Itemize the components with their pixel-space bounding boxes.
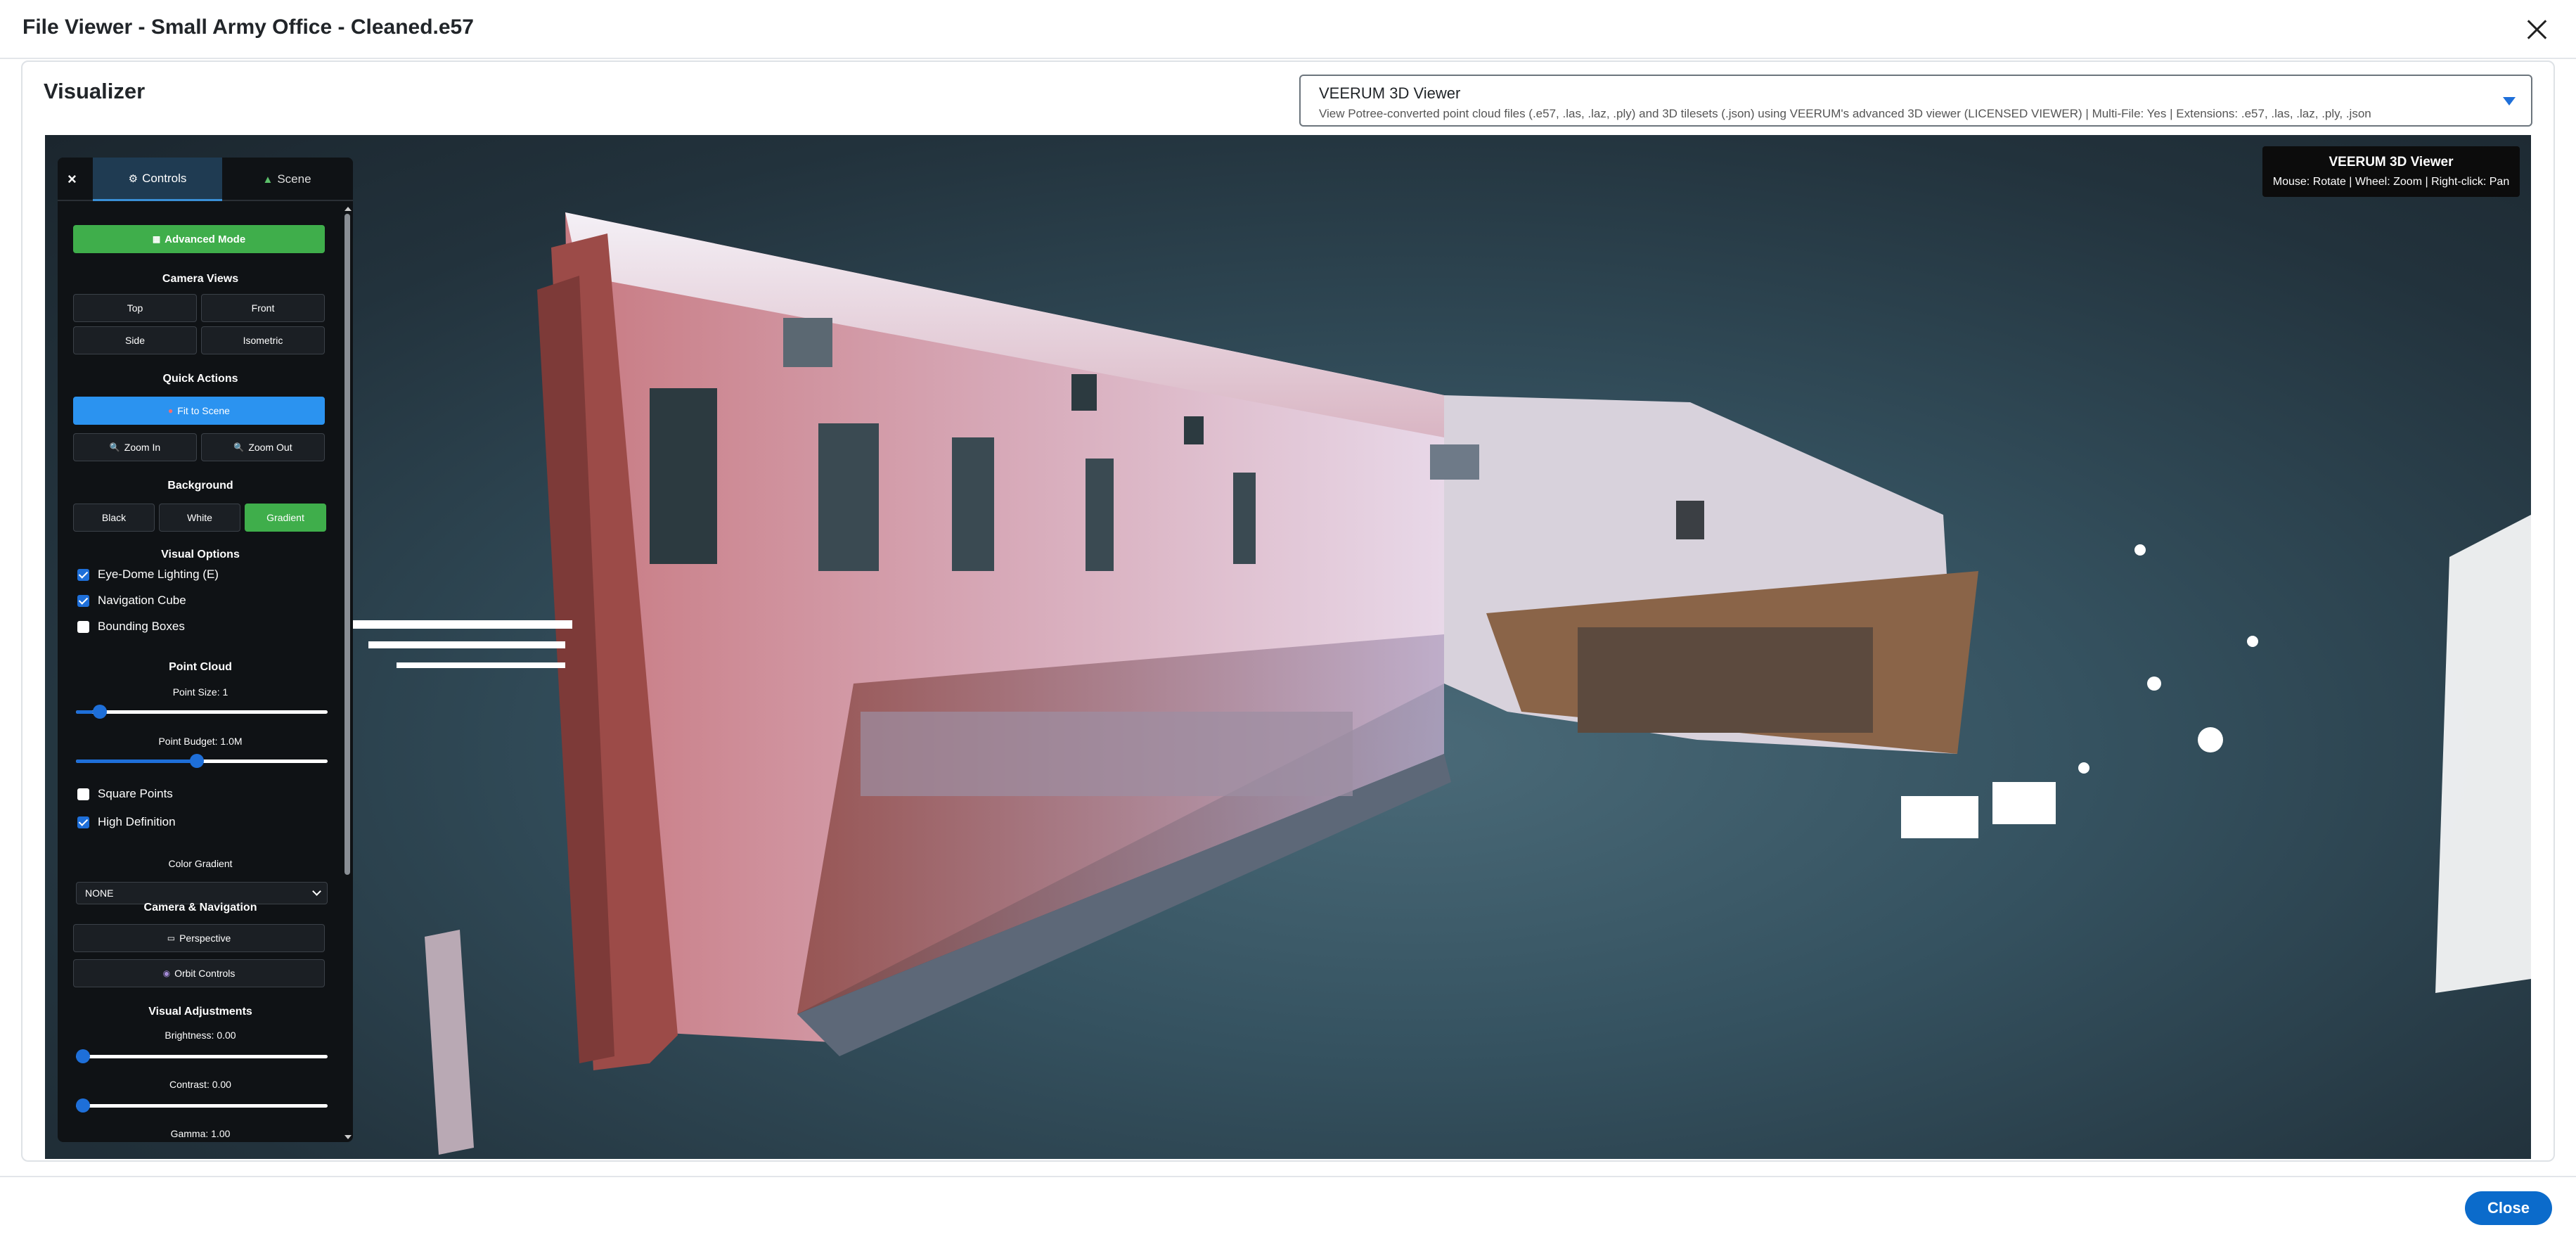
orbit-controls-button[interactable]: ◉ Orbit Controls — [73, 959, 325, 987]
bounding-boxes-option[interactable]: Bounding Boxes — [77, 617, 185, 636]
contrast-slider[interactable] — [76, 1098, 328, 1113]
background-black-button[interactable]: Black — [73, 504, 155, 532]
high-definition-option[interactable]: High Definition — [77, 813, 176, 831]
zoom-in-button[interactable]: 🔍 Zoom In — [73, 433, 197, 461]
viewer-select-name: VEERUM 3D Viewer — [1319, 84, 1461, 102]
modal-header: File Viewer - Small Army Office - Cleane… — [0, 0, 2576, 59]
camera-views-title: Camera Views — [162, 273, 239, 285]
chart-icon: ▦ — [152, 234, 161, 244]
info-help: Mouse: Rotate | Wheel: Zoom | Right-clic… — [2272, 176, 2510, 188]
navigation-cube-checkbox[interactable] — [77, 594, 89, 607]
fit-to-scene-label: Fit to Scene — [177, 405, 230, 416]
advanced-mode-label: Advanced Mode — [165, 233, 246, 245]
isometric-view-button[interactable]: Isometric — [201, 326, 325, 354]
background-white-button[interactable]: White — [159, 504, 240, 532]
viewer-select[interactable]: VEERUM 3D Viewer View Potree-converted p… — [1299, 75, 2532, 127]
slider-thumb[interactable] — [76, 1098, 90, 1113]
zoom-out-button[interactable]: 🔍 Zoom Out — [201, 433, 325, 461]
magnifier-icon: 🔍 — [233, 442, 245, 452]
orbit-controls-label: Orbit Controls — [174, 968, 236, 979]
panel-scrollbar[interactable] — [343, 207, 352, 1139]
square-points-label: Square Points — [98, 787, 173, 800]
tab-scene[interactable]: ▲ Scene — [222, 158, 352, 201]
scroll-thumb[interactable] — [344, 214, 350, 875]
close-icon[interactable] — [2523, 15, 2551, 44]
zoom-in-label: Zoom In — [124, 442, 161, 453]
gamepad-icon: ◉ — [162, 968, 171, 978]
slider-thumb[interactable] — [190, 754, 205, 768]
color-gradient-label: Color Gradient — [168, 858, 233, 869]
square-points-checkbox[interactable] — [77, 788, 89, 800]
fit-to-scene-button[interactable]: ● Fit to Scene — [73, 397, 325, 425]
background-title: Background — [167, 480, 233, 492]
viewer-info-box: VEERUM 3D Viewer Mouse: Rotate | Wheel: … — [2262, 146, 2520, 197]
point-size-label: Point Size: 1 — [172, 686, 228, 698]
info-title: VEERUM 3D Viewer — [2329, 155, 2454, 169]
card-title: Visualizer — [44, 79, 146, 103]
brightness-slider[interactable] — [76, 1049, 328, 1063]
modal-footer: Close — [0, 1176, 2576, 1237]
viewer-select-description: View Potree-converted point cloud files … — [1319, 107, 2371, 120]
visual-adjustments-title: Visual Adjustments — [148, 1006, 252, 1018]
scroll-up-icon[interactable] — [344, 207, 352, 211]
background-gradient-button[interactable]: Gradient — [245, 504, 326, 532]
modal-title: File Viewer - Small Army Office - Cleane… — [22, 15, 474, 39]
camera-icon: ▭ — [167, 933, 176, 943]
target-icon: ● — [168, 406, 174, 416]
side-view-button[interactable]: Side — [73, 326, 197, 354]
3d-viewport[interactable]: VEERUM 3D Viewer Mouse: Rotate | Wheel: … — [45, 135, 2531, 1159]
perspective-label: Perspective — [179, 932, 231, 944]
point-cloud-render[interactable] — [45, 135, 2531, 1159]
tab-controls-label: Controls — [142, 171, 187, 185]
point-cloud-title: Point Cloud — [169, 661, 232, 673]
bounding-boxes-label: Bounding Boxes — [98, 620, 185, 633]
tab-scene-label: Scene — [277, 172, 311, 186]
high-definition-label: High Definition — [98, 815, 176, 828]
panel-tabs: × ⚙ Controls ▲ Scene — [58, 158, 353, 201]
scroll-down-icon[interactable] — [344, 1135, 352, 1139]
building-wall — [537, 212, 1451, 1070]
square-points-option[interactable]: Square Points — [77, 785, 173, 803]
zoom-out-label: Zoom Out — [248, 442, 292, 453]
eye-dome-lighting-option[interactable]: Eye-Dome Lighting (E) — [77, 565, 219, 584]
tab-controls[interactable]: ⚙ Controls — [93, 158, 222, 201]
eye-dome-lighting-checkbox[interactable] — [77, 568, 89, 581]
point-budget-label: Point Budget: 1.0M — [158, 736, 243, 747]
scene-icon: ▲ — [262, 173, 273, 186]
brightness-label: Brightness: 0.00 — [165, 1030, 236, 1041]
navigation-cube-label: Navigation Cube — [98, 594, 186, 607]
camera-navigation-title: Camera & Navigation — [143, 902, 257, 914]
contrast-label: Contrast: 0.00 — [169, 1079, 231, 1090]
color-gradient-value: NONE — [85, 887, 114, 899]
eye-dome-lighting-label: Eye-Dome Lighting (E) — [98, 568, 219, 581]
slider-thumb[interactable] — [92, 705, 107, 719]
close-button[interactable]: Close — [2465, 1191, 2552, 1225]
magnifier-icon: 🔍 — [109, 442, 120, 452]
bounding-boxes-checkbox[interactable] — [77, 620, 89, 633]
annex-building — [1430, 395, 1978, 754]
visual-options-title: Visual Options — [161, 549, 240, 560]
visualizer-card: Visualizer VEERUM 3D Viewer View Potree-… — [21, 60, 2555, 1162]
perspective-button[interactable]: ▭ Perspective — [73, 924, 325, 952]
navigation-cube-option[interactable]: Navigation Cube — [77, 591, 186, 610]
caret-down-icon — [2503, 97, 2516, 105]
control-panel: × ⚙ Controls ▲ Scene ▦ Advanced Mode Cam… — [58, 158, 353, 1142]
gamma-label: Gamma: 1.00 — [170, 1128, 231, 1139]
top-view-button[interactable]: Top — [73, 294, 197, 322]
advanced-mode-button[interactable]: ▦ Advanced Mode — [73, 225, 325, 253]
point-size-slider[interactable] — [76, 705, 328, 719]
chevron-down-icon — [312, 887, 321, 896]
gear-icon: ⚙ — [128, 172, 139, 185]
quick-actions-title: Quick Actions — [162, 373, 238, 385]
panel-close-icon[interactable]: × — [67, 170, 77, 188]
front-view-button[interactable]: Front — [201, 294, 325, 322]
high-definition-checkbox[interactable] — [77, 816, 89, 828]
slider-thumb[interactable] — [76, 1049, 90, 1063]
point-budget-slider[interactable] — [76, 754, 328, 768]
